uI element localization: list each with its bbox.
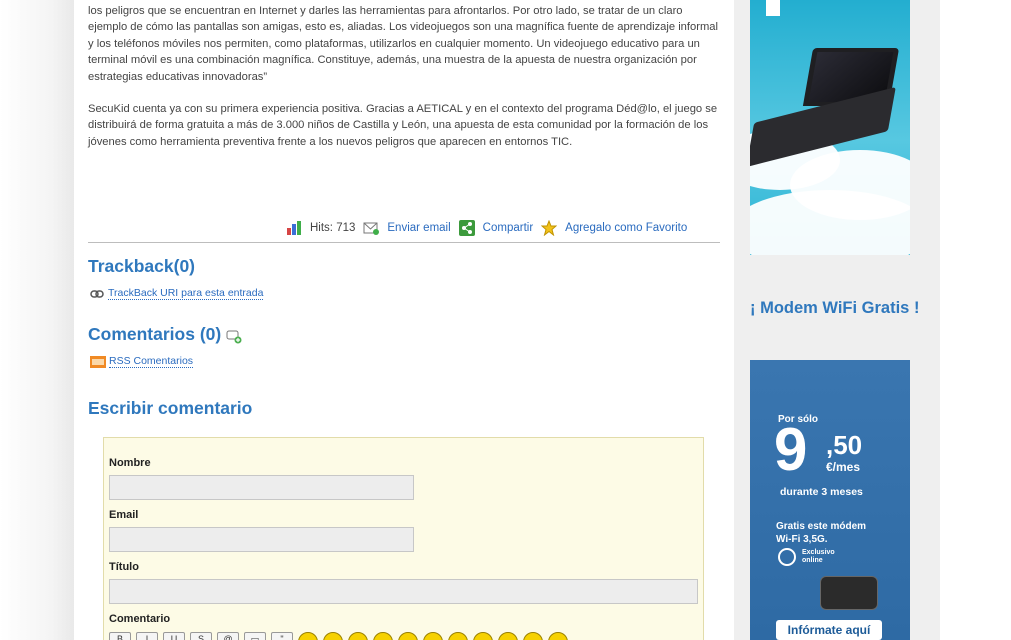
ad-price-main: 9 [774, 416, 808, 483]
globe-icon [778, 548, 796, 566]
rss-icon [90, 355, 106, 368]
star-icon [541, 220, 558, 236]
share-action[interactable]: Compartir [458, 220, 533, 236]
underline-button[interactable]: U [163, 632, 185, 640]
divider [88, 242, 720, 243]
article-meta-bar: Hits: 713 Enviar email Compartir Agregal… [286, 218, 695, 238]
bar-chart-icon [287, 221, 301, 235]
hits-counter: Hits: 713 [286, 220, 355, 236]
add-comment-icon[interactable] [226, 330, 242, 344]
smiley-icon[interactable] [523, 632, 543, 640]
email-label: Email [109, 509, 139, 521]
ad-gratis-text: Gratis este módem Wi-Fi 3,5G. [776, 520, 866, 546]
page-left-margin [0, 0, 74, 640]
smiley-icon[interactable] [348, 632, 368, 640]
article-body: los peligros que se encuentran en Intern… [88, 3, 720, 166]
smiley-icon[interactable] [448, 632, 468, 640]
smiley-icon[interactable] [373, 632, 393, 640]
email-action[interactable]: Enviar email [363, 220, 451, 236]
ad-per-month: €/mes [826, 460, 861, 474]
trackback-heading: Trackback(0) [88, 256, 196, 276]
smiley-icon[interactable] [423, 632, 443, 640]
cloud-shape [750, 190, 910, 255]
quote-button[interactable]: " [271, 632, 293, 640]
chain-link-icon [90, 289, 104, 298]
share-link[interactable]: Compartir [483, 222, 533, 234]
ad-cta-button[interactable]: Infórmate aquí [776, 620, 882, 640]
article-paragraph: SecuKid cuenta ya con su primera experie… [88, 103, 718, 148]
ad-exclusive-line: online [802, 557, 823, 564]
link-button[interactable]: @ [217, 632, 239, 640]
comment-toolbar: B I U S @ ▭ " [109, 632, 573, 640]
sidebar-promo-title[interactable]: ¡ Modem WiFi Gratis ! [750, 300, 930, 317]
smiley-icon[interactable] [323, 632, 343, 640]
smiley-icon[interactable] [498, 632, 518, 640]
italic-button[interactable]: I [136, 632, 158, 640]
comment-label: Comentario [109, 613, 171, 625]
banner-number-fragment [766, 0, 780, 16]
share-icon [458, 220, 475, 236]
main-content: los peligros que se encuentran en Intern… [74, 0, 734, 640]
strike-button[interactable]: S [190, 632, 212, 640]
write-comment-heading: Escribir comentario [88, 398, 253, 418]
ad-price-cents: ,50 [826, 430, 863, 460]
title-label: Título [109, 561, 139, 573]
modem-image [820, 576, 878, 610]
name-field[interactable] [109, 475, 414, 500]
hits-text: Hits: 713 [310, 222, 356, 234]
smiley-icon[interactable] [398, 632, 418, 640]
favorite-link[interactable]: Agregalo como Favorito [565, 222, 687, 234]
favorite-action[interactable]: Agregalo como Favorito [541, 220, 687, 236]
rss-comments-label: RSS Comentarios [109, 355, 194, 368]
email-field[interactable] [109, 527, 414, 552]
ad-duration: durante 3 meses [780, 486, 863, 498]
modem-ad[interactable]: Por sólo 9 ,50 €/mes durante 3 meses Gra… [750, 360, 910, 640]
ad-gratis-line: Wi-Fi 3,5G. [776, 534, 828, 545]
smiley-icon[interactable] [548, 632, 568, 640]
comments-heading-text: Comentarios (0) [88, 324, 222, 344]
envelope-icon [363, 222, 380, 235]
article-paragraph: los peligros que se encuentran en Intern… [88, 5, 718, 83]
page-right-margin [940, 0, 1011, 640]
ad-exclusive-badge: Exclusivo online [778, 548, 835, 566]
ad-gratis-line: Gratis este módem [776, 521, 867, 532]
trackback-link-label: TrackBack URI para esta entrada [108, 287, 264, 300]
smiley-icon[interactable] [298, 632, 318, 640]
title-field[interactable] [109, 579, 698, 604]
send-email-link[interactable]: Enviar email [387, 222, 450, 234]
ad-exclusive-line: Exclusivo [802, 549, 835, 556]
trackback-link[interactable]: TrackBack URI para esta entrada [90, 287, 264, 300]
image-button[interactable]: ▭ [244, 632, 266, 640]
name-label: Nombre [109, 457, 151, 469]
bold-button[interactable]: B [109, 632, 131, 640]
smiley-icon[interactable] [473, 632, 493, 640]
comment-form: Nombre Email Título Comentario B I U S @… [103, 437, 704, 640]
laptop-banner-ad[interactable] [750, 0, 910, 255]
comments-heading: Comentarios (0) [88, 324, 242, 345]
rss-comments-link[interactable]: RSS Comentarios [90, 355, 194, 368]
